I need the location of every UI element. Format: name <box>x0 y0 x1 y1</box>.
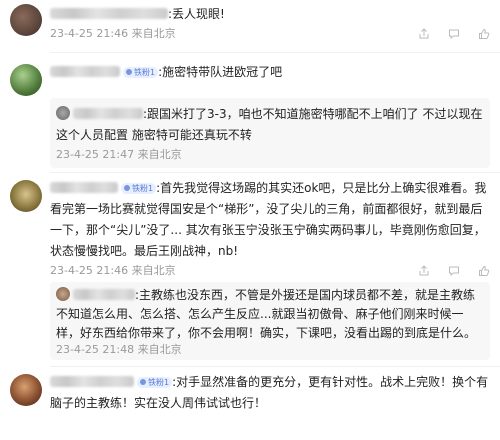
username-blurred[interactable] <box>50 182 118 193</box>
reply-username-blurred[interactable] <box>73 289 135 300</box>
reply-block: :主教练也没东西，不管是外援还是国内球员都不差，就是主教练不知道怎么用、怎么搭、… <box>50 282 490 360</box>
username-blurred[interactable] <box>50 376 134 387</box>
divider <box>50 52 500 53</box>
share-icon[interactable] <box>418 264 430 278</box>
comment-meta: 23-4-25 21:46 来自北京 <box>50 27 176 40</box>
reply-avatar[interactable] <box>56 287 70 301</box>
reply-meta: 23-4-25 21:48 来自北京 <box>56 343 182 356</box>
comment-icon[interactable] <box>448 27 460 41</box>
reply-avatar[interactable] <box>56 106 70 120</box>
reply-meta: 23-4-25 21:47 来自北京 <box>56 148 182 161</box>
like-icon[interactable] <box>478 264 490 278</box>
avatar[interactable] <box>10 180 42 212</box>
avatar[interactable] <box>10 374 42 406</box>
divider <box>50 172 500 173</box>
comment-meta: 23-4-25 21:46 来自北京 <box>50 264 176 277</box>
fan-badge: 铁粉1 <box>123 67 159 78</box>
fan-badge: 铁粉1 <box>137 377 173 388</box>
reply-username-blurred[interactable] <box>73 108 143 119</box>
reply-block: :跟国米打了3-3，咱也不知道施密特哪配不上咱们了 不过以现在这个人员配置 施密… <box>50 98 490 168</box>
fan-badge: 铁粉1 <box>121 183 157 194</box>
share-icon[interactable] <box>418 27 430 41</box>
username-blurred[interactable] <box>50 66 120 77</box>
comment-text: :丢人现眼! <box>168 7 225 21</box>
avatar[interactable] <box>10 64 42 96</box>
comment-actions <box>404 264 490 278</box>
avatar[interactable] <box>10 4 42 36</box>
comment-icon[interactable] <box>448 264 460 278</box>
like-icon[interactable] <box>478 27 490 41</box>
username-blurred[interactable] <box>50 8 168 19</box>
comment-actions <box>404 27 490 41</box>
divider <box>50 366 500 367</box>
comment-text: :施密特带队进欧冠了吧 <box>158 65 283 79</box>
